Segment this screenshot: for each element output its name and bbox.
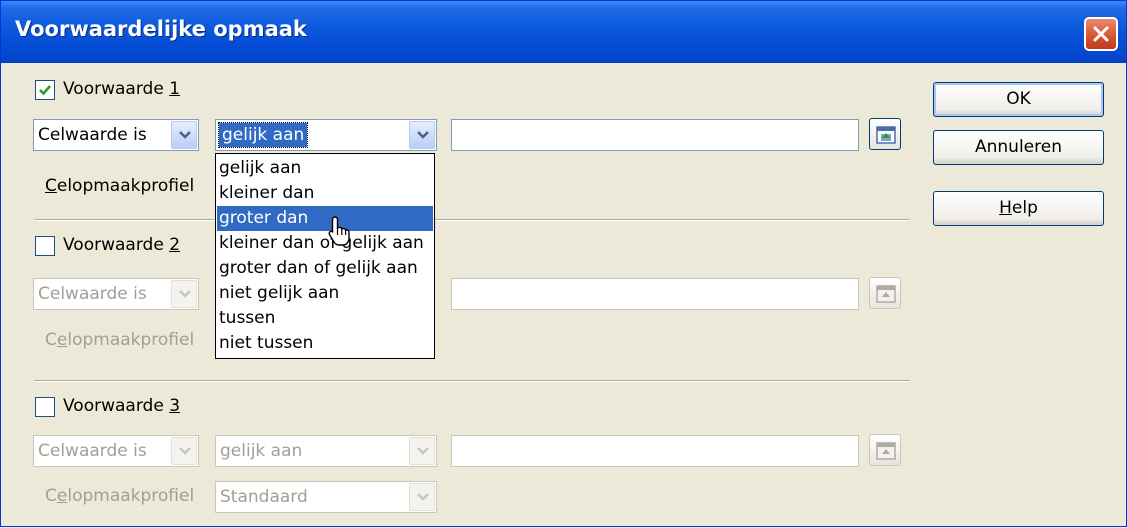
chevron-down-icon (417, 447, 429, 455)
condition-2-shrink-button[interactable] (869, 277, 901, 309)
conditional-format-dialog: Voorwaardelijke opmaak Voorwaarde 1 Celw… (0, 0, 1127, 527)
dropdown-option-kleiner-dan-of-gelijk-aan[interactable]: kleiner dan of gelijk aan (217, 231, 433, 256)
condition-3-value-input[interactable] (451, 435, 859, 467)
condition-1-checkbox[interactable] (35, 80, 55, 100)
condition-3-label[interactable]: Voorwaarde 3 (63, 396, 180, 416)
dialog-client-area: Voorwaarde 1 Celwaarde is gelijk aan Cel… (5, 63, 1124, 528)
help-button[interactable]: Help (933, 191, 1104, 226)
condition-1-cell-style-label: Celopmaakprofiel (45, 176, 195, 196)
condition-3-operator-dropdown-button[interactable] (409, 437, 435, 465)
chevron-down-icon (179, 447, 191, 455)
dialog-title: Voorwaardelijke opmaak (15, 17, 307, 41)
chevron-down-icon (179, 131, 191, 139)
dropdown-option-kleiner-dan[interactable]: kleiner dan (217, 181, 433, 206)
separator (35, 219, 909, 221)
condition-2-value-input[interactable] (451, 278, 859, 310)
close-button[interactable] (1084, 17, 1118, 51)
shrink-icon (876, 442, 896, 460)
condition-1-operator-select[interactable]: gelijk aan (215, 119, 437, 151)
cancel-button[interactable]: Annuleren (933, 130, 1104, 165)
condition-2-checkbox[interactable] (35, 236, 55, 256)
condition-3-cell-style-label: Celopmaakprofiel (45, 486, 195, 506)
condition-1-label[interactable]: Voorwaarde 1 (63, 79, 180, 99)
condition-3-cell-style-dropdown-button[interactable] (409, 483, 435, 511)
dropdown-option-niet-tussen[interactable]: niet tussen (217, 331, 433, 356)
operator-dropdown-list: gelijk aan kleiner dan groter dan kleine… (215, 153, 435, 359)
condition-2-label[interactable]: Voorwaarde 2 (63, 235, 180, 255)
condition-1-value-input[interactable] (451, 119, 859, 151)
condition-3-operator-select[interactable]: gelijk aan (215, 435, 437, 467)
condition-3-type-dropdown-button[interactable] (171, 437, 197, 465)
dropdown-option-niet-gelijk-aan[interactable]: niet gelijk aan (217, 281, 433, 306)
dropdown-option-groter-dan-of-gelijk-aan[interactable]: groter dan of gelijk aan (217, 256, 433, 281)
dropdown-option-gelijk-aan[interactable]: gelijk aan (217, 156, 433, 181)
shrink-icon (876, 126, 896, 144)
condition-1-type-select[interactable]: Celwaarde is (33, 119, 199, 151)
hand-cursor-icon (328, 216, 350, 246)
condition-2-type-dropdown-button[interactable] (171, 280, 197, 308)
condition-1-operator-dropdown-button[interactable] (409, 121, 435, 149)
shrink-icon (876, 285, 896, 303)
title-bar[interactable]: Voorwaardelijke opmaak (1, 1, 1126, 63)
chevron-down-icon (179, 290, 191, 298)
condition-3-checkbox[interactable] (35, 397, 55, 417)
condition-3-cell-style-select[interactable]: Standaard (215, 481, 437, 513)
condition-2-cell-style-label: Celopmaakprofiel (45, 330, 195, 350)
condition-2-type-select[interactable]: Celwaarde is (33, 278, 199, 310)
dropdown-option-tussen[interactable]: tussen (217, 306, 433, 331)
condition-3-shrink-button[interactable] (869, 434, 901, 466)
close-icon (1093, 26, 1109, 42)
checkmark-icon (39, 85, 51, 96)
dropdown-option-groter-dan[interactable]: groter dan (217, 206, 433, 231)
condition-1-type-dropdown-button[interactable] (171, 121, 197, 149)
condition-3-type-select[interactable]: Celwaarde is (33, 435, 199, 467)
separator (35, 380, 909, 382)
chevron-down-icon (417, 131, 429, 139)
chevron-down-icon (417, 493, 429, 501)
condition-1-shrink-button[interactable] (869, 118, 901, 150)
ok-button[interactable]: OK (933, 82, 1104, 117)
